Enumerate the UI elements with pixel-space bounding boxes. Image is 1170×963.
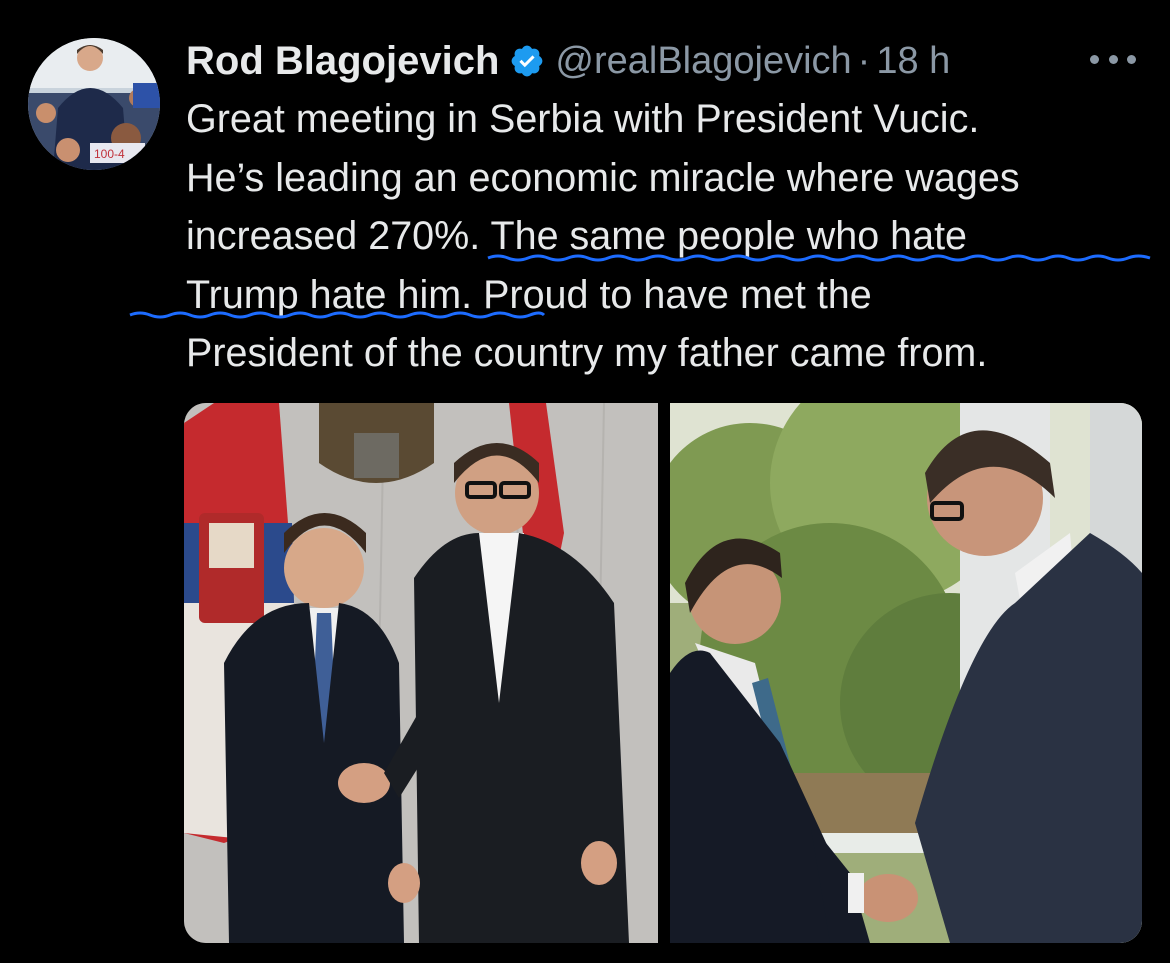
- photo-handshake-window[interactable]: [670, 403, 1142, 943]
- svg-text:100-4: 100-4: [94, 147, 125, 161]
- annotation-underline: [487, 254, 1151, 262]
- separator-dot: ·: [857, 39, 871, 82]
- more-horizontal-icon[interactable]: [1090, 44, 1136, 74]
- author-handle[interactable]: @realBlagojevich: [555, 40, 851, 83]
- verified-badge-icon[interactable]: [509, 43, 545, 79]
- avatar-image: 100-4: [28, 38, 160, 170]
- media-grid: [184, 403, 1142, 943]
- tweet[interactable]: 100-4 Rod Blagojevich @realBlagojevich ·…: [0, 0, 1170, 963]
- avatar[interactable]: 100-4: [28, 38, 160, 170]
- tweet-text: Great meeting in Serbia with President V…: [186, 90, 1166, 383]
- tweet-text-line: President of the country my father came …: [186, 331, 988, 375]
- timestamp[interactable]: 18 h: [876, 40, 950, 83]
- tweet-text-line: Great meeting in Serbia with President V…: [186, 97, 980, 141]
- tweet-text-line: He’s leading an economic miracle where w…: [186, 155, 1020, 200]
- author-display-name[interactable]: Rod Blagojevich: [186, 39, 499, 84]
- annotation-underline: [129, 311, 546, 319]
- tweet-header: Rod Blagojevich @realBlagojevich · 18 h: [186, 36, 950, 86]
- photo-handshake-flags[interactable]: [184, 403, 658, 943]
